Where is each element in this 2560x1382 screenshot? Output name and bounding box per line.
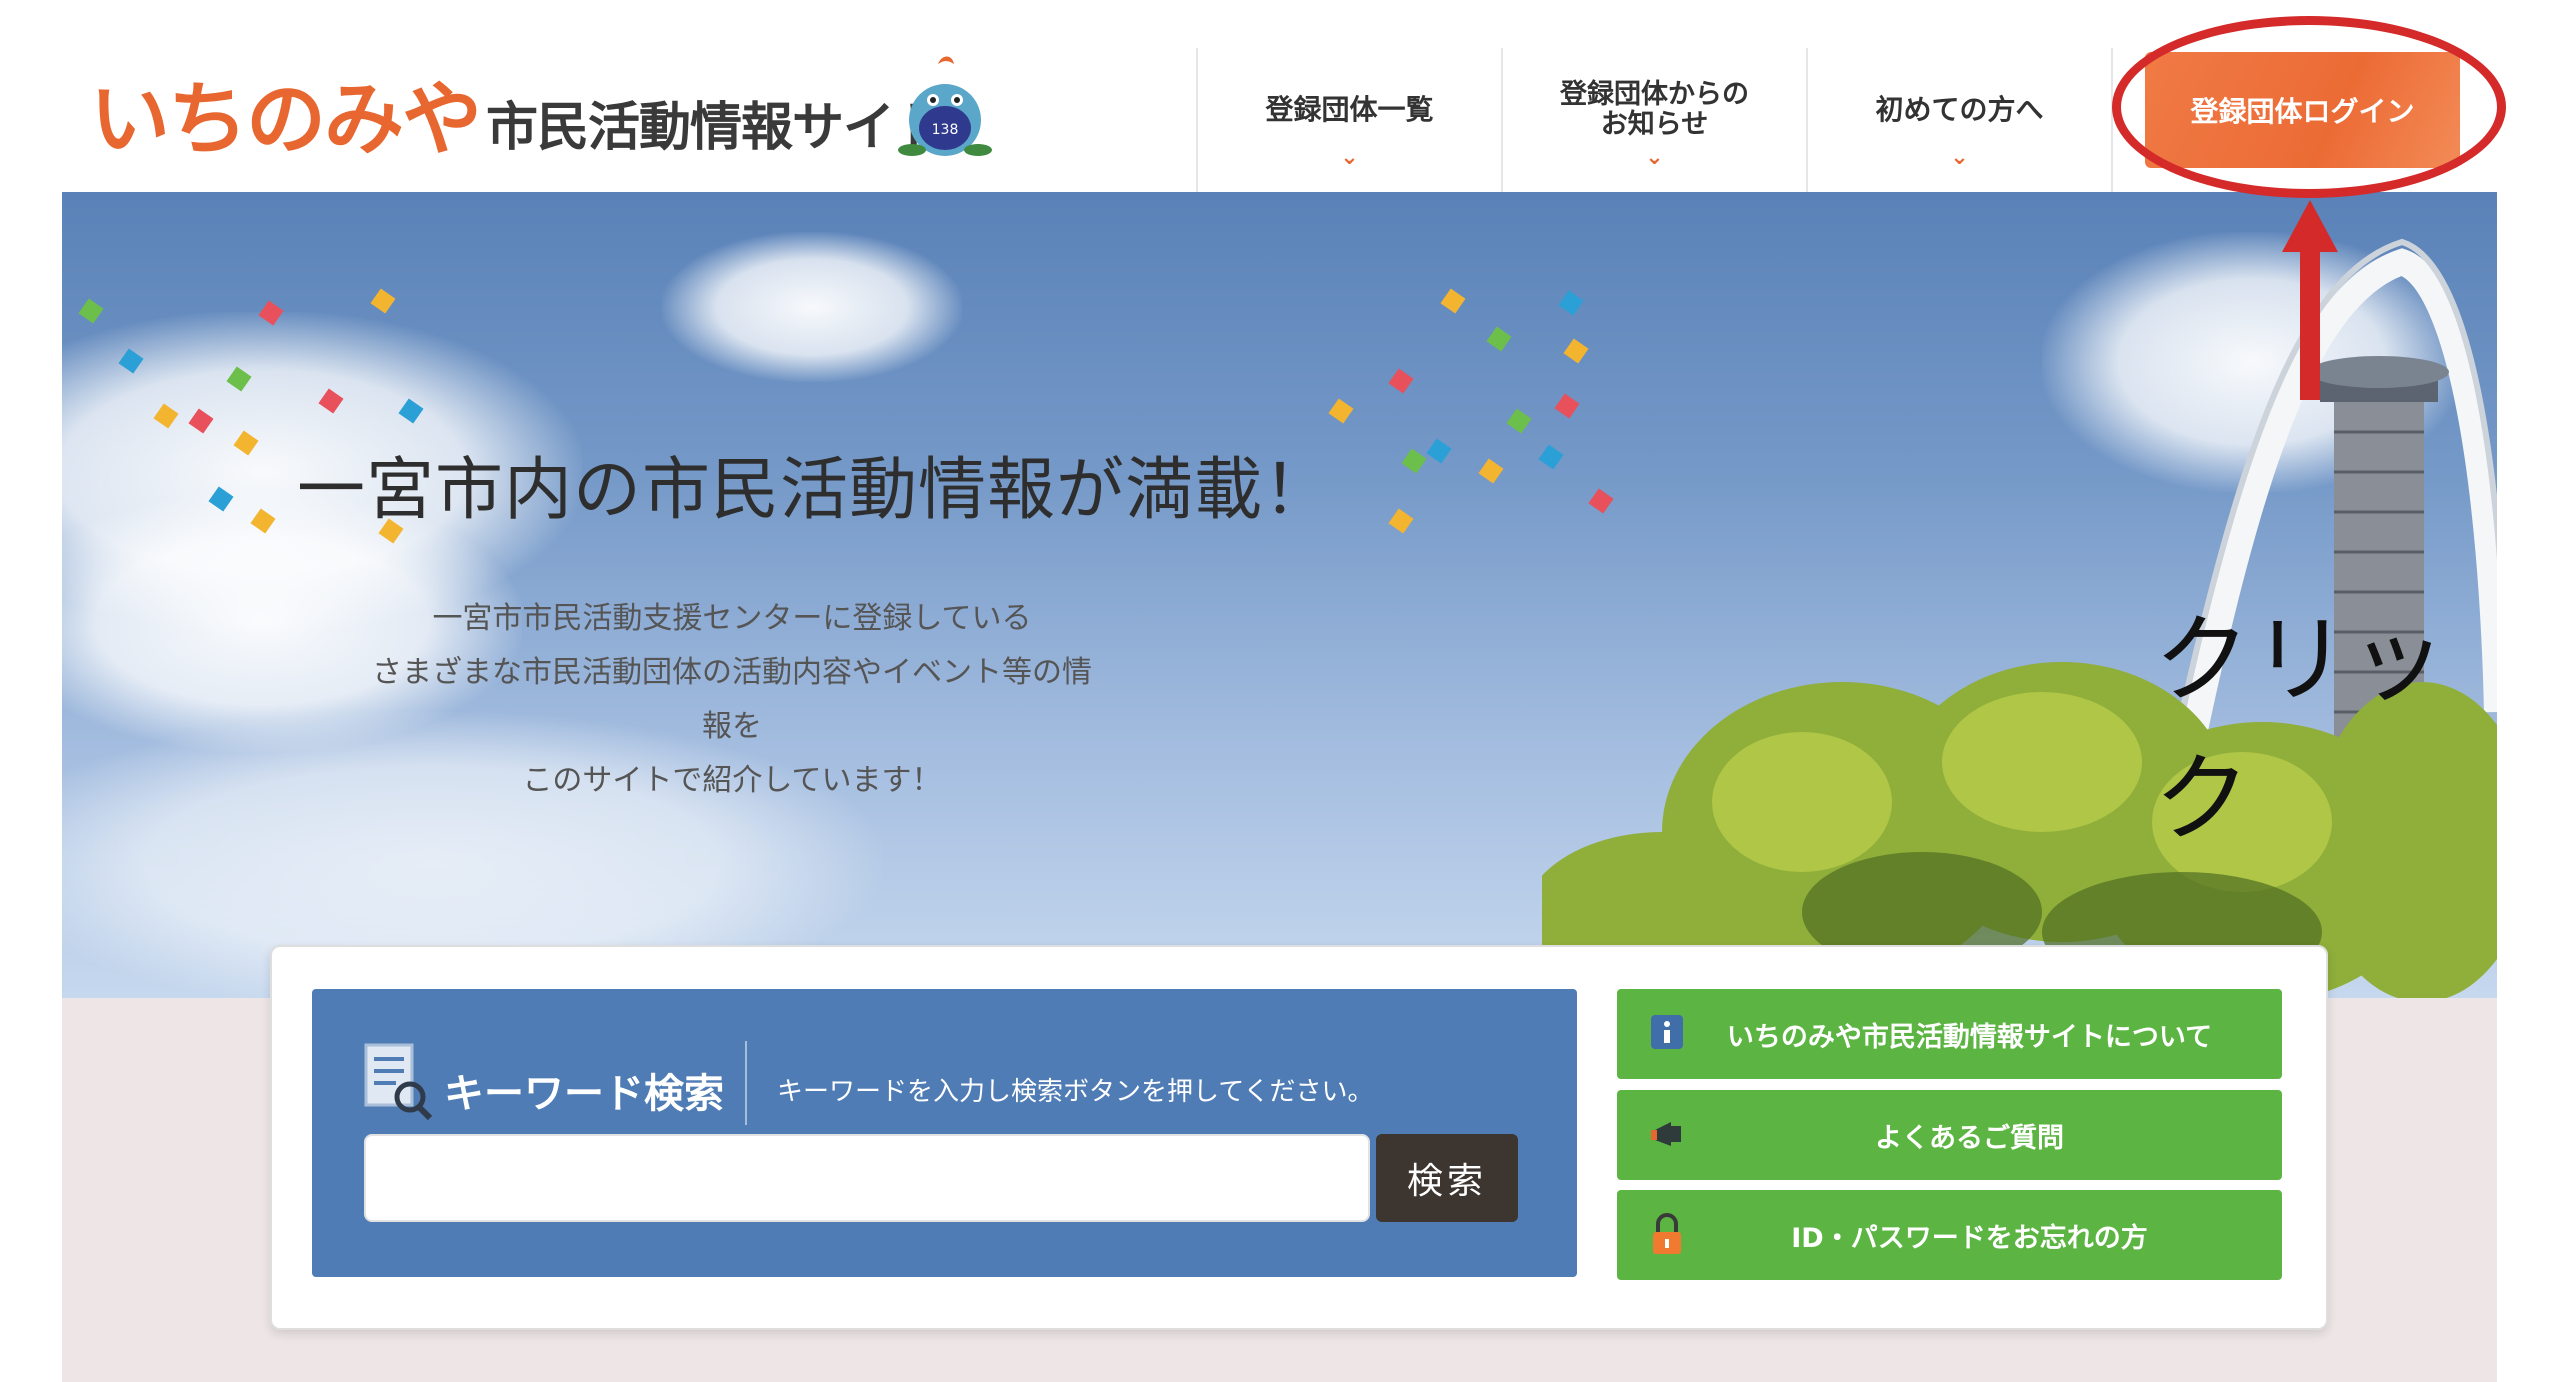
confetti-piece bbox=[1328, 398, 1354, 424]
mascot-badge: 138 bbox=[932, 122, 959, 138]
arrow-up-icon bbox=[2282, 200, 2338, 400]
confetti-piece bbox=[1554, 393, 1580, 419]
confetti-piece bbox=[1486, 326, 1512, 352]
click-annotation-label: クリック bbox=[2154, 604, 2448, 855]
nav-label: 登録団体からの お知らせ bbox=[1560, 79, 1749, 140]
forgot-password-link[interactable]: ID・パスワードをお忘れの方 bbox=[1617, 1190, 2282, 1280]
megaphone-icon bbox=[1651, 1122, 1681, 1146]
nav-item-first-time[interactable]: 初めての方へ ⌄ bbox=[1806, 48, 2111, 192]
nav-label: 初めての方へ bbox=[1875, 92, 2044, 126]
chevron-down-icon: ⌄ bbox=[1645, 145, 1664, 170]
link-label: ID・パスワードをお忘れの方 bbox=[1791, 1222, 2148, 1254]
mascot-icon: 138 bbox=[898, 56, 992, 156]
lock-icon bbox=[1653, 1213, 1681, 1254]
hero-banner: 一宮市内の市民活動情報が満載！ 一宮市市民活動支援センターに登録している さまざ… bbox=[62, 192, 2497, 998]
confetti-piece bbox=[1558, 290, 1584, 316]
site-logo[interactable]: いちのみや 市民活動情報サイト bbox=[90, 50, 946, 166]
search-title: キーワード検索 bbox=[444, 1071, 724, 1117]
confetti-piece bbox=[1440, 288, 1466, 314]
link-label: よくあるご質問 bbox=[1875, 1122, 2064, 1154]
faq-link[interactable]: よくあるご質問 bbox=[1617, 1090, 2282, 1180]
nav-item-group-list[interactable]: 登録団体一覧 ⌄ bbox=[1196, 48, 1501, 192]
about-site-link[interactable]: いちのみや市民活動情報サイトについて bbox=[1617, 989, 2282, 1079]
confetti-piece bbox=[370, 288, 396, 314]
confetti-piece bbox=[1478, 458, 1504, 484]
search-divider bbox=[745, 1041, 747, 1125]
confetti-piece bbox=[1401, 448, 1427, 474]
info-icon bbox=[1651, 1015, 1683, 1049]
search-card: キーワード検索 キーワードを入力し検索ボタンを押してください。 検索 いちのみや… bbox=[270, 945, 2328, 1330]
nav-label: 登録団体一覧 bbox=[1265, 92, 1434, 126]
confetti-piece bbox=[1538, 444, 1564, 470]
search-input[interactable] bbox=[364, 1134, 1370, 1222]
confetti-piece bbox=[1388, 368, 1414, 394]
search-button[interactable]: 検索 bbox=[1376, 1134, 1518, 1222]
confetti-piece bbox=[1388, 508, 1414, 534]
hero-description: 一宮市市民活動支援センターに登録している さまざまな市民活動団体の活動内容やイベ… bbox=[372, 601, 1092, 798]
search-hint: キーワードを入力し検索ボタンを押してください。 bbox=[777, 1077, 1374, 1107]
search-icon bbox=[364, 1043, 433, 1121]
main-nav: 登録団体一覧 ⌄ 登録団体からの お知らせ ⌄ 初めての方へ ⌄ bbox=[1196, 48, 2119, 192]
confetti-piece bbox=[1563, 338, 1589, 364]
confetti-piece bbox=[1506, 408, 1532, 434]
cloud-shape bbox=[662, 232, 962, 382]
keyword-search-panel: キーワード検索 キーワードを入力し検索ボタンを押してください。 検索 bbox=[312, 989, 1577, 1277]
logo-main-text: いちのみや bbox=[90, 73, 482, 166]
chevron-down-icon: ⌄ bbox=[1340, 145, 1359, 170]
link-label: いちのみや市民活動情報サイトについて bbox=[1726, 1021, 2213, 1053]
chevron-down-icon: ⌄ bbox=[1950, 145, 1969, 170]
highlight-oval bbox=[2112, 16, 2506, 198]
nav-item-news[interactable]: 登録団体からの お知らせ ⌄ bbox=[1501, 48, 1806, 192]
confetti-piece bbox=[1588, 488, 1614, 514]
confetti-piece bbox=[1426, 438, 1452, 464]
hero-title: 一宮市内の市民活動情報が満載！ bbox=[297, 451, 1333, 530]
logo-sub-text: 市民活動情報サイト bbox=[486, 98, 946, 158]
